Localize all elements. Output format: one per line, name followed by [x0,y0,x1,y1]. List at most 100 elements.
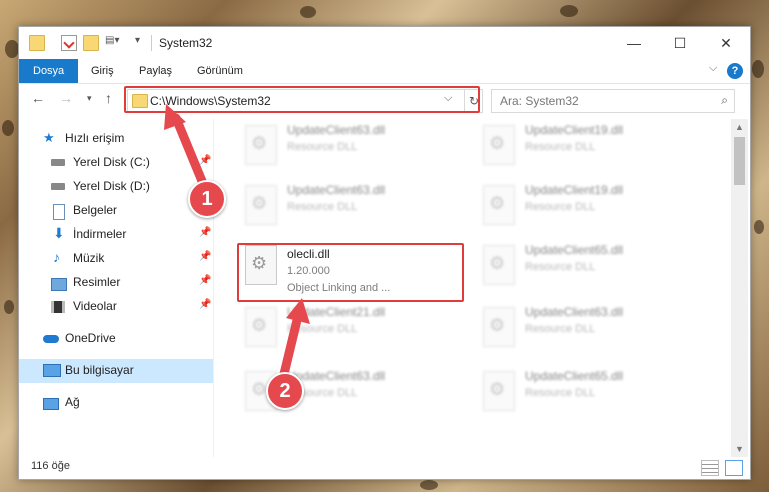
chevron-down-icon[interactable]: ⌵ [709,62,717,75]
background-spot [5,40,19,58]
gear-icon: ⚙ [489,193,506,213]
sidebar-item-label: Resimler [73,275,121,289]
new-folder-icon[interactable] [83,35,99,51]
file-item[interactable]: ⚙ UpdateClient21.dll Resource DLL [239,301,469,357]
pin-icon[interactable]: 📌 [199,227,211,238]
file-name: UpdateClient63.dll [287,123,386,137]
status-bar: 116 öğe [19,457,750,479]
network-icon [43,398,59,410]
file-name: UpdateClient63.dll [287,183,386,197]
forward-arrow-icon[interactable]: → [59,90,73,106]
file-type: Resource DLL [525,261,596,273]
gear-icon: ⚙ [489,315,506,335]
documents-icon [53,204,65,220]
properties-icon[interactable] [61,35,77,51]
help-icon[interactable]: ? [727,63,743,79]
sidebar-item-label: İndirmeler [73,227,127,241]
file-type: Resource DLL [525,141,596,153]
sidebar-item-documents[interactable]: Belgeler 📌 [19,199,213,223]
maximize-button[interactable]: ☐ [657,27,703,59]
file-item[interactable]: ⚙ UpdateClient63.dll Resource DLL [239,119,469,175]
sidebar-item-local-disk-c[interactable]: Yerel Disk (C:) 📌 [19,151,213,175]
pin-icon[interactable]: 📌 [199,155,211,166]
sidebar-item-quick-access[interactable]: ★ Hızlı erişim [19,127,213,151]
back-arrow-icon[interactable]: ← [31,90,45,106]
vertical-scrollbar[interactable]: ▲ ▼ [731,119,748,457]
folder-icon[interactable] [29,35,45,51]
step-badge-1: 1 [188,180,226,218]
background-spot [754,220,764,234]
file-item[interactable]: ⚙ UpdateClient19.dll Resource DLL [477,119,707,175]
file-name: UpdateClient65.dll [525,243,624,257]
background-spot [560,5,578,17]
sidebar-item-onedrive[interactable]: OneDrive [19,327,213,351]
drive-icon [51,159,65,166]
search-placeholder: Ara: System32 [500,94,579,108]
sidebar-item-label: Videolar [73,299,117,313]
file-item[interactable]: ⚙ UpdateClient63.dll Resource DLL [477,301,707,357]
scroll-thumb[interactable] [734,137,745,185]
tab-dosya[interactable]: Dosya [19,59,79,83]
sidebar-item-local-disk-d[interactable]: Yerel Disk (D:) [19,175,213,199]
customize-toolbar-icon[interactable]: ▤▾ [105,35,119,49]
tab-gorunum[interactable]: Görünüm [189,59,251,83]
search-icon[interactable]: ⌕ [721,93,728,108]
sidebar-item-pictures[interactable]: Resimler 📌 [19,271,213,295]
file-item[interactable]: ⚙ UpdateClient65.dll Resource DLL [477,239,707,295]
gear-icon: ⚙ [251,315,268,335]
pin-icon[interactable]: 📌 [199,299,211,310]
up-arrow-icon[interactable]: ↑ [105,90,112,106]
videos-icon [51,301,65,313]
background-spot [420,480,438,490]
file-item[interactable]: ⚙ UpdateClient19.dll Resource DLL [477,179,707,235]
file-type: Resource DLL [525,387,596,399]
download-icon: ⬇ [53,225,65,241]
sidebar-item-label: Hızlı erişim [65,131,125,145]
gear-icon: ⚙ [489,133,506,153]
pin-icon[interactable]: 📌 [199,275,211,286]
sidebar-item-this-pc[interactable]: Bu bilgisayar [19,359,213,383]
tab-paylas[interactable]: Paylaş [131,59,180,83]
sidebar-item-music[interactable]: ♪ Müzik 📌 [19,247,213,271]
file-type: Resource DLL [287,201,358,213]
minimize-button[interactable]: — [611,27,657,59]
dropdown-icon[interactable]: ▾ [135,35,149,49]
file-name: UpdateClient21.dll [287,305,386,319]
sidebar-item-label: OneDrive [65,331,116,345]
background-spot [2,120,14,136]
details-view-icon[interactable] [701,460,719,476]
divider [151,35,152,51]
gear-icon: ⚙ [489,379,506,399]
file-name: UpdateClient19.dll [525,183,624,197]
scroll-down-icon[interactable]: ▼ [731,441,748,457]
sidebar-item-videos[interactable]: Videolar 📌 [19,295,213,319]
close-button[interactable]: ✕ [703,27,749,59]
file-highlight [237,243,464,302]
recent-locations-icon[interactable]: ▾ [87,93,92,104]
sidebar-item-label: Yerel Disk (C:) [73,155,150,169]
large-icons-view-icon[interactable] [725,460,743,476]
file-name: UpdateClient19.dll [525,123,624,137]
computer-icon [43,364,61,377]
sidebar-item-network[interactable]: Ağ [19,391,213,415]
gear-icon: ⚙ [251,193,268,213]
file-type: Resource DLL [287,323,358,335]
address-bar-highlight [124,86,480,113]
background-spot [4,300,14,314]
window-title: System32 [159,36,213,50]
file-item[interactable]: ⚙ UpdateClient65.dll Resource DLL [477,365,707,421]
file-name: UpdateClient63.dll [287,369,386,383]
sidebar-item-downloads[interactable]: ⬇ İndirmeler 📌 [19,223,213,247]
file-type: Resource DLL [287,141,358,153]
tab-giris[interactable]: Giriş [83,59,122,83]
search-input[interactable]: Ara: System32 ⌕ [491,89,735,113]
sidebar-item-label: Belgeler [73,203,118,217]
gear-icon: ⚙ [251,133,268,153]
file-type: Resource DLL [525,201,596,213]
file-item[interactable]: ⚙ UpdateClient63.dll Resource DLL [239,179,469,235]
pin-icon[interactable]: 📌 [199,251,211,262]
drive-icon [51,183,65,190]
scroll-up-icon[interactable]: ▲ [731,119,748,135]
music-icon: ♪ [53,249,60,265]
navigation-pane: ★ Hızlı erişim Yerel Disk (C:) 📌 Yerel D… [19,119,214,457]
